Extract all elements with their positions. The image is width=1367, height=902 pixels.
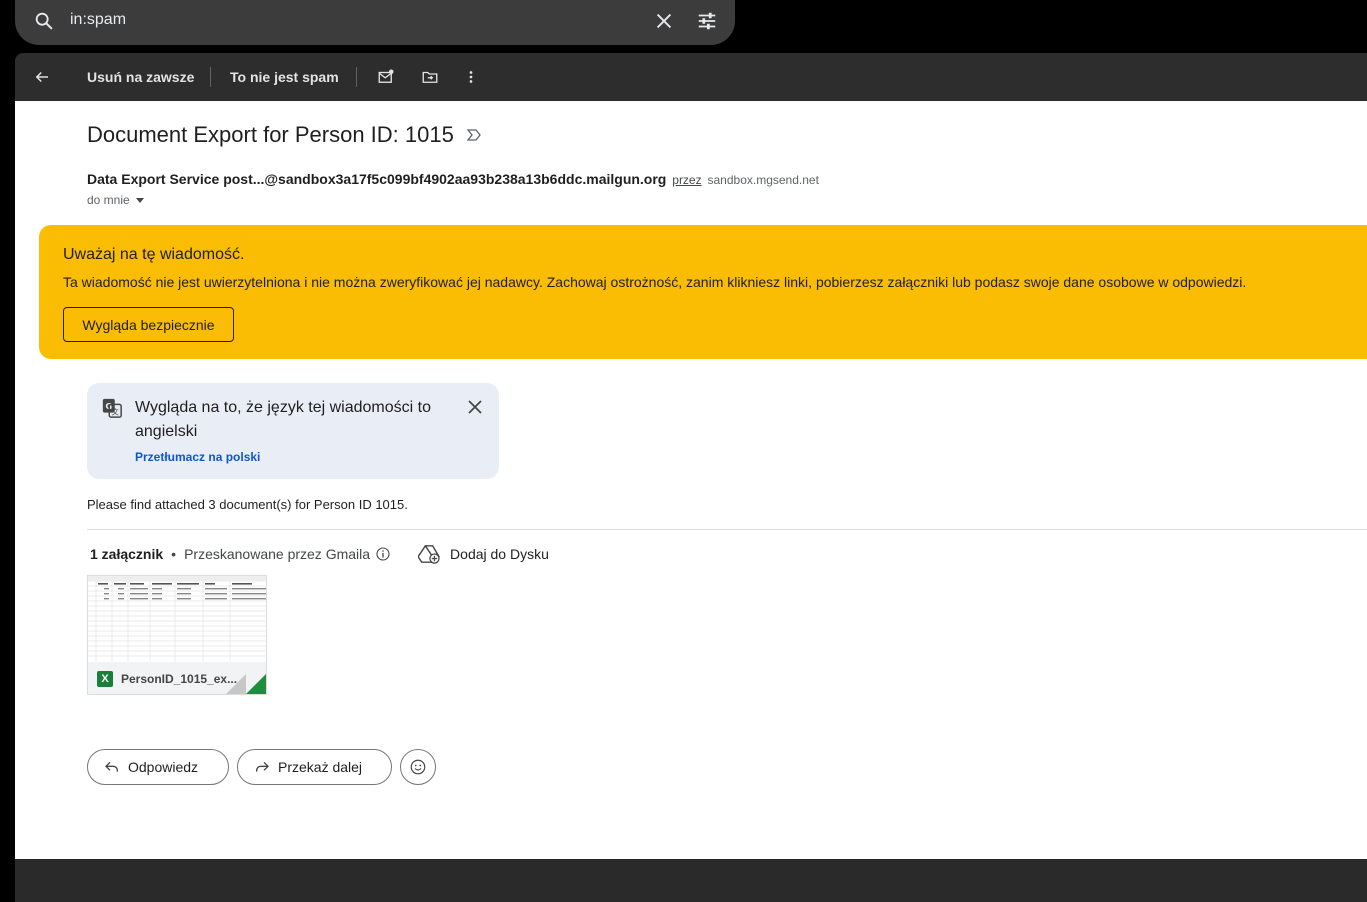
forward-button[interactable]: Przekaż dalej — [237, 749, 392, 785]
page-fold-decoration — [226, 674, 246, 694]
close-icon[interactable] — [465, 397, 485, 417]
mark-unread-button[interactable] — [377, 53, 395, 101]
sender-line: Data Export Service post...@sandbox3a17f… — [87, 171, 819, 187]
via-label[interactable]: przez — [672, 173, 701, 187]
message-body: Please find attached 3 document(s) for P… — [87, 497, 408, 512]
search-icon[interactable] — [33, 10, 55, 32]
mark-unread-icon — [378, 69, 394, 83]
scanned-label: Przeskanowane przez Gmaila — [184, 546, 371, 562]
more-options-button[interactable] — [465, 53, 477, 101]
translate-link[interactable]: Przetłumacz na polski — [135, 450, 260, 464]
spam-warning-banner: Uważaj na tę wiadomość. Ta wiadomość nie… — [39, 225, 1367, 359]
back-button[interactable] — [33, 53, 51, 101]
attachments-header: 1 załącznik • Przeskanowane przez Gmaila… — [90, 544, 549, 564]
important-label-icon[interactable] — [466, 127, 482, 143]
forward-icon — [256, 761, 269, 772]
looks-safe-button[interactable]: Wygląda bezpiecznie — [63, 307, 234, 342]
info-icon[interactable] — [376, 547, 390, 561]
attachment-filename: PersonID_1015_ex... — [121, 672, 238, 686]
message-pane: Document Export for Person ID: 1015 Data… — [15, 101, 1367, 859]
sender-name[interactable]: Data Export Service — [87, 171, 219, 187]
drive-add-icon — [418, 545, 440, 564]
move-to-folder-icon — [422, 71, 438, 83]
emoji-icon — [410, 759, 426, 775]
sender-email[interactable]: post...@sandbox3a17f5c099bf4902aa93b238a… — [223, 171, 666, 187]
chevron-down-icon — [135, 197, 144, 203]
warning-body: Ta wiadomość nie jest uwierzytelniona i … — [63, 274, 1247, 290]
recipient-details-toggle[interactable]: do mnie — [87, 193, 144, 207]
attachment-card[interactable]: X PersonID_1015_ex... — [87, 575, 267, 695]
translate-message: Wygląda na to, że język tej wiadomości t… — [135, 399, 431, 440]
message-toolbar: Usuń na zawsze To nie jest spam — [15, 53, 1367, 101]
search-bar[interactable]: in:spam — [15, 0, 735, 45]
toolbar-divider — [356, 67, 357, 87]
emoji-reaction-button[interactable] — [400, 749, 436, 785]
delete-forever-button[interactable]: Usuń na zawsze — [87, 53, 194, 101]
sheets-corner-icon — [246, 674, 266, 694]
separator-dot: • — [171, 546, 177, 562]
attachment-count: 1 załącznik — [90, 546, 164, 562]
clear-search-icon[interactable] — [653, 10, 675, 32]
message-subject: Document Export for Person ID: 1015 — [87, 122, 482, 148]
via-domain: sandbox.mgsend.net — [707, 173, 819, 187]
subject-text: Document Export for Person ID: 1015 — [87, 122, 454, 147]
search-input[interactable]: in:spam — [70, 11, 126, 29]
reply-label: Odpowiedz — [128, 759, 199, 775]
bottom-bar — [15, 859, 1367, 902]
spreadsheet-preview-icon — [88, 576, 266, 662]
reply-button[interactable]: Odpowiedz — [87, 749, 229, 785]
translate-banner: G文 Wygląda na to, że język tej wiadomośc… — [87, 383, 499, 479]
forward-label: Przekaż dalej — [278, 759, 363, 775]
toolbar-divider — [210, 67, 211, 87]
more-vert-icon — [469, 71, 473, 83]
move-to-button[interactable] — [421, 53, 439, 101]
attachments-divider — [87, 529, 1367, 530]
add-to-drive-label: Dodaj do Dysku — [450, 546, 549, 562]
warning-title: Uważaj na tę wiadomość. — [63, 246, 245, 263]
translate-icon: G文 — [102, 398, 122, 418]
arrow-back-icon — [35, 71, 48, 83]
not-spam-button[interactable]: To nie jest spam — [230, 53, 339, 101]
reply-icon — [105, 761, 118, 772]
search-options-icon[interactable] — [696, 10, 718, 32]
add-to-drive-button[interactable]: Dodaj do Dysku — [418, 544, 549, 564]
to-me-label: do mnie — [87, 193, 130, 207]
excel-file-icon: X — [97, 671, 113, 687]
svg-text:文: 文 — [112, 407, 120, 416]
